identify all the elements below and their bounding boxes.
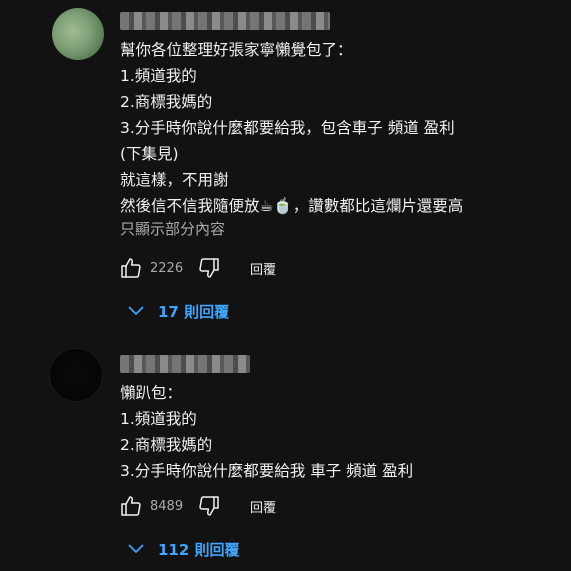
comment-line: 2.商標我媽的 (120, 93, 213, 111)
comment-actions: 2226 回覆 (118, 254, 276, 282)
comment-line: 1.頻道我的 (120, 67, 197, 85)
thumbs-up-icon (119, 494, 143, 518)
view-replies-button[interactable]: 112 則回覆 (126, 537, 240, 561)
reply-button[interactable]: 回覆 (250, 259, 276, 278)
chevron-down-icon (126, 301, 146, 321)
comment-body: 幫你各位整理好張家寧懶覺包了： 1.頻道我的 2.商標我媽的 3.分手時你說什麼… (120, 37, 463, 219)
dislike-button[interactable] (196, 255, 222, 281)
comment-line: 3.分手時你說什麼都要給我 車子 頻道 盈利 (120, 462, 414, 480)
view-replies-button[interactable]: 17 則回覆 (126, 299, 229, 323)
thumbs-down-icon (197, 256, 221, 280)
comment-line: (下集見) (120, 145, 179, 163)
read-more-link[interactable]: 只顯示部分內容 (120, 218, 225, 239)
comment-line: 就這樣，不用謝 (120, 171, 229, 189)
comment-line: 2.商標我媽的 (120, 436, 213, 454)
comment-line: 幫你各位整理好張家寧懶覺包了： (120, 41, 353, 59)
replies-count-label: 112 則回覆 (158, 540, 240, 559)
comment-actions: 8489 回覆 (118, 492, 276, 520)
like-count: 2226 (150, 260, 184, 276)
reply-button[interactable]: 回覆 (250, 497, 276, 516)
chevron-down-icon (126, 539, 146, 559)
username-redacted[interactable] (120, 355, 250, 373)
username-redacted[interactable] (120, 12, 330, 30)
avatar[interactable] (50, 349, 102, 401)
like-button[interactable] (118, 255, 144, 281)
thumbs-up-icon (119, 256, 143, 280)
comment-body: 懶趴包： 1.頻道我的 2.商標我媽的 3.分手時你說什麼都要給我 車子 頻道 … (120, 380, 413, 484)
comment-line: 1.頻道我的 (120, 410, 197, 428)
avatar[interactable] (52, 8, 104, 60)
replies-count-label: 17 則回覆 (158, 302, 230, 321)
comment-line: 3.分手時你說什麼都要給我，包含車子 頻道 盈利 (120, 119, 455, 137)
dislike-button[interactable] (196, 493, 222, 519)
like-count: 8489 (150, 498, 184, 514)
comment-line: 然後信不信我隨便放☕🍵，讚數都比這爛片還要高 (120, 197, 464, 215)
thumbs-down-icon (197, 494, 221, 518)
like-button[interactable] (118, 493, 144, 519)
comment-line: 懶趴包： (120, 384, 183, 402)
